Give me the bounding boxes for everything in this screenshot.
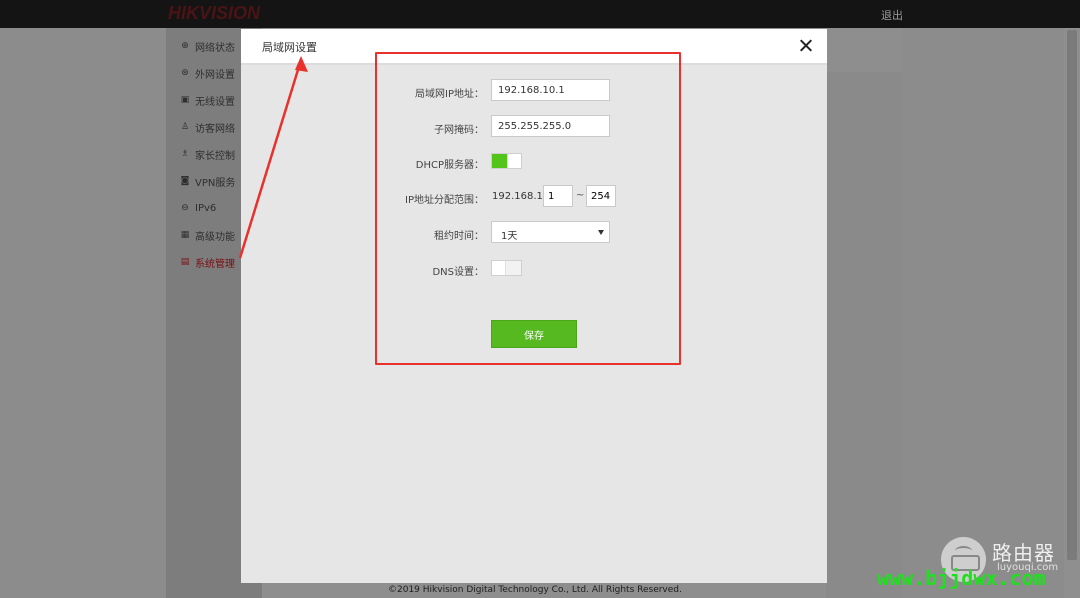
sidebar-item-label: VPN服务 — [195, 177, 236, 189]
sidebar-item[interactable]: ⊕ 网络状态 — [180, 39, 235, 54]
sidebar-item[interactable]: ♙ 访客网络 — [180, 120, 235, 135]
sidebar-item[interactable]: ♗ 家长控制 — [180, 147, 235, 162]
sidebar-item-label: IPv6 — [195, 202, 217, 214]
sidebar-item[interactable]: ⊛ 外网设置 — [180, 66, 235, 81]
sidebar-item[interactable]: ▣ 无线设置 — [180, 93, 235, 108]
top-bar: HIKVISION 退出 — [0, 0, 1080, 28]
content-panel — [826, 72, 902, 598]
sidebar-item-label: 网络状态 — [195, 42, 235, 54]
shield-icon: ◙ — [180, 176, 190, 186]
sidebar-item-label: 外网设置 — [195, 69, 235, 81]
wifi-icon: ▣ — [180, 95, 190, 105]
scrollbar-thumb[interactable] — [1067, 30, 1077, 560]
sidebar-item[interactable]: ▤ 系统管理 — [180, 255, 235, 270]
ipv6-icon: ⊖ — [181, 203, 189, 213]
dialog-title: 局域网设置 — [262, 41, 317, 54]
copyright-text: ©2019 Hikvision Digital Technology Co., … — [388, 585, 682, 595]
sidebar-item[interactable]: ⊖ IPv6 — [180, 201, 216, 215]
watermark-url: www.bjjdwx.com — [877, 566, 1046, 590]
guest-icon: ♙ — [180, 122, 190, 132]
sidebar-item-label: 高级功能 — [195, 231, 235, 243]
sidebar-item-label: 家长控制 — [195, 150, 235, 162]
sidebar-item-label: 访客网络 — [195, 123, 235, 135]
network-icon: ⊛ — [181, 68, 189, 78]
logout-link[interactable]: 退出 — [881, 7, 903, 23]
globe-icon: ⊕ — [181, 41, 189, 51]
close-icon[interactable] — [798, 38, 814, 54]
sidebar-item[interactable]: ◙ VPN服务 — [180, 174, 236, 189]
sidebar-item-label: 系统管理 — [195, 258, 235, 270]
sidebar-item-label: 无线设置 — [195, 96, 235, 108]
highlight-box — [375, 52, 681, 365]
grid-icon: ▦ — [180, 230, 190, 240]
system-icon: ▤ — [180, 257, 190, 267]
parent-icon: ♗ — [180, 149, 190, 159]
sidebar-item[interactable]: ▦ 高级功能 — [180, 228, 235, 243]
brand-logo: HIKVISION — [168, 3, 261, 23]
